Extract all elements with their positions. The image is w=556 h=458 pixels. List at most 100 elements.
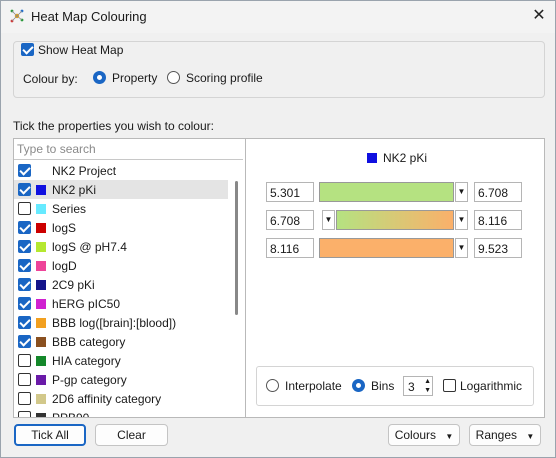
- scrollbar-thumb[interactable]: [235, 181, 238, 315]
- color-swatch: [36, 318, 46, 328]
- bin-1-color-bar[interactable]: [319, 182, 454, 202]
- bin-1-to-field[interactable]: 6.708: [474, 182, 522, 202]
- property-label: logD: [52, 259, 77, 273]
- list-item[interactable]: logS: [14, 218, 228, 237]
- chevron-down-icon: ▼: [457, 243, 466, 252]
- title-bar: Heat Map Colouring ✕: [1, 1, 555, 33]
- property-checkbox[interactable]: [18, 221, 31, 234]
- show-heat-map-checkbox[interactable]: [21, 43, 34, 56]
- color-swatch: [36, 375, 46, 385]
- property-label: hERG pIC50: [52, 297, 121, 311]
- color-swatch: [36, 394, 46, 404]
- ranges-dropdown-button[interactable]: Ranges ▼: [469, 424, 541, 446]
- app-icon: [10, 9, 24, 23]
- property-checkbox[interactable]: [18, 354, 31, 367]
- scoring-profile-radio[interactable]: [167, 71, 180, 84]
- property-checkbox[interactable]: [18, 373, 31, 386]
- color-swatch: [36, 337, 46, 347]
- property-list: Type to search NK2 Project NK2 pKi Series l…: [13, 138, 246, 418]
- property-checkbox[interactable]: [18, 202, 31, 215]
- color-swatch: [36, 261, 46, 271]
- bin-1-end-dropdown[interactable]: ▼: [455, 182, 468, 202]
- search-input[interactable]: Type to search: [14, 139, 243, 160]
- scoring-profile-radio-label: Scoring profile: [186, 71, 263, 85]
- clear-button[interactable]: Clear: [95, 424, 168, 446]
- list-item[interactable]: 2D6 affinity category: [14, 389, 228, 408]
- bin-2-from-field[interactable]: 6.708: [266, 210, 314, 230]
- detail-color-swatch: [367, 153, 377, 163]
- property-radio-label: Property: [112, 71, 158, 85]
- property-checkbox[interactable]: [18, 183, 31, 196]
- color-swatch: [36, 280, 46, 290]
- property-checkbox[interactable]: [18, 392, 31, 405]
- list-item[interactable]: BBB category: [14, 332, 228, 351]
- window-title: Heat Map Colouring: [31, 9, 147, 24]
- bin-1-from-field[interactable]: 5.301: [266, 182, 314, 202]
- list-item[interactable]: P-gp category: [14, 370, 228, 389]
- tick-all-button[interactable]: Tick All: [14, 424, 86, 446]
- bin-3-end-dropdown[interactable]: ▼: [455, 238, 468, 258]
- property-checkbox[interactable]: [18, 259, 31, 272]
- property-radio[interactable]: [93, 71, 106, 84]
- property-label: NK2 pKi: [52, 183, 97, 197]
- bin-2-start-dropdown[interactable]: ▼: [322, 210, 335, 230]
- chevron-down-icon: ▼: [445, 432, 454, 441]
- list-item[interactable]: logD: [14, 256, 228, 275]
- colour-by-label: Colour by:: [23, 72, 78, 86]
- list-item[interactable]: NK2 pKi: [14, 180, 228, 199]
- interpolate-label: Interpolate: [285, 379, 342, 393]
- list-item[interactable]: PPB90: [14, 408, 228, 418]
- spin-up-icon[interactable]: ▲: [424, 377, 431, 386]
- detail-title: NK2 pKi: [383, 151, 428, 165]
- property-label: Series: [52, 202, 87, 216]
- spin-down-icon[interactable]: ▼: [424, 386, 431, 395]
- ranges-label: Ranges: [475, 428, 518, 442]
- bin-3-color-bar[interactable]: [319, 238, 454, 258]
- bins-radio[interactable]: [352, 379, 365, 392]
- list-item[interactable]: Series: [14, 199, 228, 218]
- bin-3-to-field[interactable]: 9.523: [474, 238, 522, 258]
- show-heat-map-label: Show Heat Map: [38, 43, 128, 57]
- list-item[interactable]: HIA category: [14, 351, 228, 370]
- property-label: logS: [52, 221, 77, 235]
- interpolate-radio[interactable]: [266, 379, 279, 392]
- property-checkbox[interactable]: [18, 411, 31, 417]
- property-label: BBB category: [52, 335, 126, 349]
- property-label: P-gp category: [52, 373, 127, 387]
- chevron-down-icon: ▼: [526, 432, 535, 441]
- list-item[interactable]: BBB log([brain]:[blood]): [14, 313, 228, 332]
- close-button[interactable]: ✕: [527, 5, 551, 27]
- property-checkbox[interactable]: [18, 278, 31, 291]
- property-label: logS @ pH7.4: [52, 240, 127, 254]
- bin-3-from-field[interactable]: 8.116: [266, 238, 314, 258]
- property-label: 2D6 affinity category: [52, 392, 162, 406]
- color-swatch: [36, 204, 46, 214]
- list-item[interactable]: logS @ pH7.4: [14, 237, 228, 256]
- bin-2-end-dropdown[interactable]: ▼: [455, 210, 468, 230]
- logarithmic-checkbox[interactable]: [443, 379, 456, 392]
- color-swatch: [36, 185, 46, 195]
- list-item[interactable]: NK2 Project: [14, 161, 228, 180]
- color-swatch: [36, 223, 46, 233]
- property-label: BBB log([brain]:[blood]): [52, 316, 177, 330]
- colours-label: Colours: [394, 428, 437, 442]
- chevron-down-icon: ▼: [457, 215, 466, 224]
- property-label: NK2 Project: [52, 164, 117, 178]
- property-checkbox[interactable]: [18, 164, 31, 177]
- chevron-down-icon: ▼: [457, 187, 466, 196]
- bins-label: Bins: [371, 379, 395, 393]
- bin-2-to-field[interactable]: 8.116: [474, 210, 522, 230]
- bin-2-color-bar[interactable]: [336, 210, 454, 230]
- property-label: PPB90: [52, 411, 90, 418]
- bins-count-spinbox[interactable]: 3 ▲ ▼: [403, 376, 433, 396]
- property-checkbox[interactable]: [18, 240, 31, 253]
- property-checkbox[interactable]: [18, 297, 31, 310]
- list-item[interactable]: hERG pIC50: [14, 294, 228, 313]
- color-swatch: [36, 242, 46, 252]
- property-checkbox[interactable]: [18, 316, 31, 329]
- property-checkbox[interactable]: [18, 335, 31, 348]
- list-item[interactable]: 2C9 pKi: [14, 275, 228, 294]
- color-swatch: [36, 413, 46, 417]
- search-placeholder: Type to search: [17, 142, 96, 156]
- colours-dropdown-button[interactable]: Colours ▼: [388, 424, 460, 446]
